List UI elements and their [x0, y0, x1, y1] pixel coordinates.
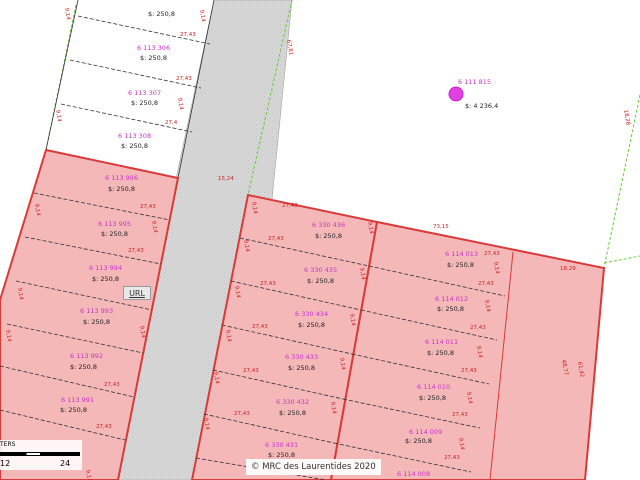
scale-label: 12 [0, 459, 11, 468]
top-lot-labels: 6 113 306 $: 250,8 6 113 307 $: 250,8 6 … [118, 10, 175, 150]
dimension-label: 27,43 [176, 76, 192, 82]
lot-number: 6 113 307 [128, 89, 161, 97]
lot-area: $: 250,8 [60, 406, 87, 414]
lot-area: $: 250,8 [307, 277, 334, 285]
lot-area: $: 250,8 [121, 142, 148, 150]
lot-number: 6 114 010 [417, 383, 450, 391]
dimension-label: 27,43 [461, 368, 477, 374]
lot-area: $: 250,8 [148, 10, 175, 18]
lot-area: $: 250,8 [298, 321, 325, 329]
dimension-label: 27,43 [444, 455, 460, 461]
dimension-label: 27,43 [140, 204, 156, 210]
lot-number: 6 113 992 [70, 352, 103, 360]
lot-area: $: 250,8 [427, 349, 454, 357]
lot-area: $: 250,8 [447, 261, 474, 269]
lot-area: $: 250,8 [419, 394, 446, 402]
lot-number: 6 114 009 [409, 428, 442, 436]
parcel-marker [448, 86, 464, 102]
dimension-label: 27,43 [252, 324, 268, 330]
url-button[interactable]: URL [123, 286, 151, 300]
lot-number: 6 114 012 [435, 295, 468, 303]
scale-bar-graphic [0, 452, 80, 456]
dimension-label: 27,43 [96, 424, 112, 430]
lot-area: $: 250,8 [405, 437, 432, 445]
dimension-label: 27,43 [104, 382, 120, 388]
dimension-label: 27,43 [484, 251, 500, 257]
lot-area: $: 250,8 [131, 99, 158, 107]
lot-number: 6 113 996 [105, 174, 138, 182]
lot-area: $: 250,8 [268, 451, 295, 459]
map-canvas[interactable]: 6 111 815 $: 4 236,4 6 113 306 $: 250,8 … [0, 0, 640, 480]
lot-number: 6 113 993 [80, 307, 113, 315]
lot-number: 6 330 433 [285, 353, 318, 361]
lot-area: $: 250,8 [83, 318, 110, 326]
lot-area: $: 250,8 [108, 185, 135, 193]
dimension-label: 27,43 [243, 368, 259, 374]
dimension-label: 27,43 [268, 236, 284, 242]
dimension-label: 27,43 [180, 32, 196, 38]
lot-number: 6 113 994 [89, 264, 122, 272]
lot-number: 6 330 436 [312, 221, 345, 229]
map-attribution: © MRC des Laurentides 2020 [246, 459, 381, 475]
lot-number: 6 113 306 [137, 44, 170, 52]
dimension-label: 27,43 [470, 325, 486, 331]
dimension-label: 27,43 [452, 412, 468, 418]
lot-number: 6 113 995 [98, 220, 131, 228]
dimension-label: 9,14 [54, 109, 62, 123]
dimension-label: 27,43 [260, 281, 276, 287]
big-lot-area: $: 4 236,4 [465, 102, 498, 110]
lot-area: $: 250,8 [288, 364, 315, 372]
dimension-label: 27,43 [128, 248, 144, 254]
scale-title: TERS [0, 441, 16, 448]
lot-area: $: 250,8 [92, 275, 119, 283]
dimension-label: 27,43 [478, 281, 494, 287]
lot-number: 6 330 431 [265, 441, 298, 449]
lot-area: $: 250,8 [70, 363, 97, 371]
lot-area: $: 250,8 [437, 305, 464, 313]
dimension-label: 27,4 [165, 120, 178, 126]
lot-number: 6 113 308 [118, 132, 151, 140]
dimension-label: 15,24 [218, 176, 234, 182]
dimension-label: 18,28 [622, 109, 631, 126]
dimension-label: 18,29 [560, 266, 576, 272]
dimension-label: 73,15 [433, 224, 449, 230]
dimension-label: 9,14 [176, 97, 184, 111]
big-lot-number: 6 111 815 [458, 78, 491, 86]
lot-number: 6 330 432 [276, 398, 309, 406]
lot-area: $: 250,8 [315, 232, 342, 240]
lot-area: $: 250,8 [101, 230, 128, 238]
lot-number: 6 114 011 [425, 338, 458, 346]
scale-label: 24 [60, 459, 71, 468]
dimension-label: 27,43 [234, 411, 250, 417]
lot-number: 6 114 013 [445, 250, 478, 258]
lot-number: 6 330 435 [304, 266, 337, 274]
dimension-label: 27,43 [282, 203, 298, 209]
lot-number: 6 330 434 [295, 310, 328, 318]
lot-number: 6 114 008 [397, 470, 430, 478]
scale-bar: TERS 12 24 [0, 440, 82, 470]
lot-area: $: 250,8 [140, 54, 167, 62]
lot-number: 6 113 991 [61, 396, 94, 404]
dimension-label: 9,14 [63, 7, 71, 21]
lot-area: $: 250,8 [279, 409, 306, 417]
dimension-label: 9,14 [198, 9, 206, 23]
cadastral-map: 6 111 815 $: 4 236,4 6 113 306 $: 250,8 … [0, 0, 640, 480]
